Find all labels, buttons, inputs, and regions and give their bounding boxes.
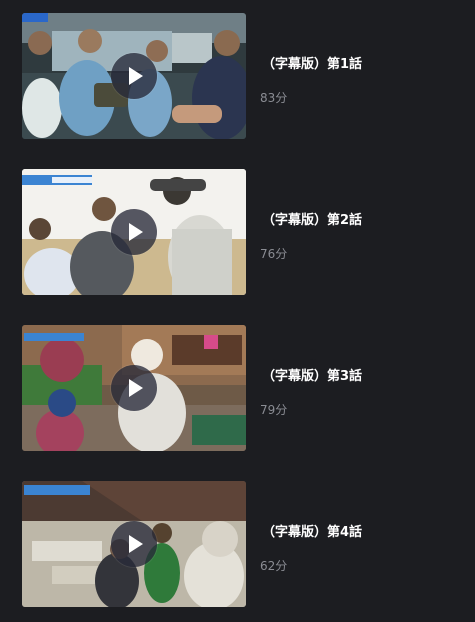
episode-duration-3: 79分 xyxy=(260,403,288,417)
episode-title-1[interactable]: （字幕版）第1話 xyxy=(262,53,362,72)
episode-item-4[interactable]: （字幕版）第4話 62分 xyxy=(22,481,462,607)
play-icon xyxy=(129,67,143,85)
episode-item-2[interactable]: （字幕版）第2話 76分 xyxy=(22,169,462,295)
play-button-3[interactable] xyxy=(111,365,157,411)
episode-thumbnail-3[interactable] xyxy=(22,325,246,451)
play-icon xyxy=(129,535,143,553)
episode-thumbnail-2[interactable] xyxy=(22,169,246,295)
episode-title-2[interactable]: （字幕版）第2話 xyxy=(262,209,362,228)
episode-list: （字幕版）第1話 83分 （字幕版）第2話 76分 （字幕版）第3話 79分 （… xyxy=(0,0,475,622)
play-button-2[interactable] xyxy=(111,209,157,255)
episode-thumbnail-4[interactable] xyxy=(22,481,246,607)
episode-thumbnail-1[interactable] xyxy=(22,13,246,139)
episode-title-4[interactable]: （字幕版）第4話 xyxy=(262,521,362,540)
episode-item-3[interactable]: （字幕版）第3話 79分 xyxy=(22,325,462,451)
episode-duration-4: 62分 xyxy=(260,559,288,573)
episode-item-1[interactable]: （字幕版）第1話 83分 xyxy=(22,13,462,139)
play-icon xyxy=(129,379,143,397)
episode-duration-1: 83分 xyxy=(260,91,288,105)
play-button-4[interactable] xyxy=(111,521,157,567)
episode-title-3[interactable]: （字幕版）第3話 xyxy=(262,365,362,384)
play-icon xyxy=(129,223,143,241)
play-button-1[interactable] xyxy=(111,53,157,99)
episode-duration-2: 76分 xyxy=(260,247,288,261)
